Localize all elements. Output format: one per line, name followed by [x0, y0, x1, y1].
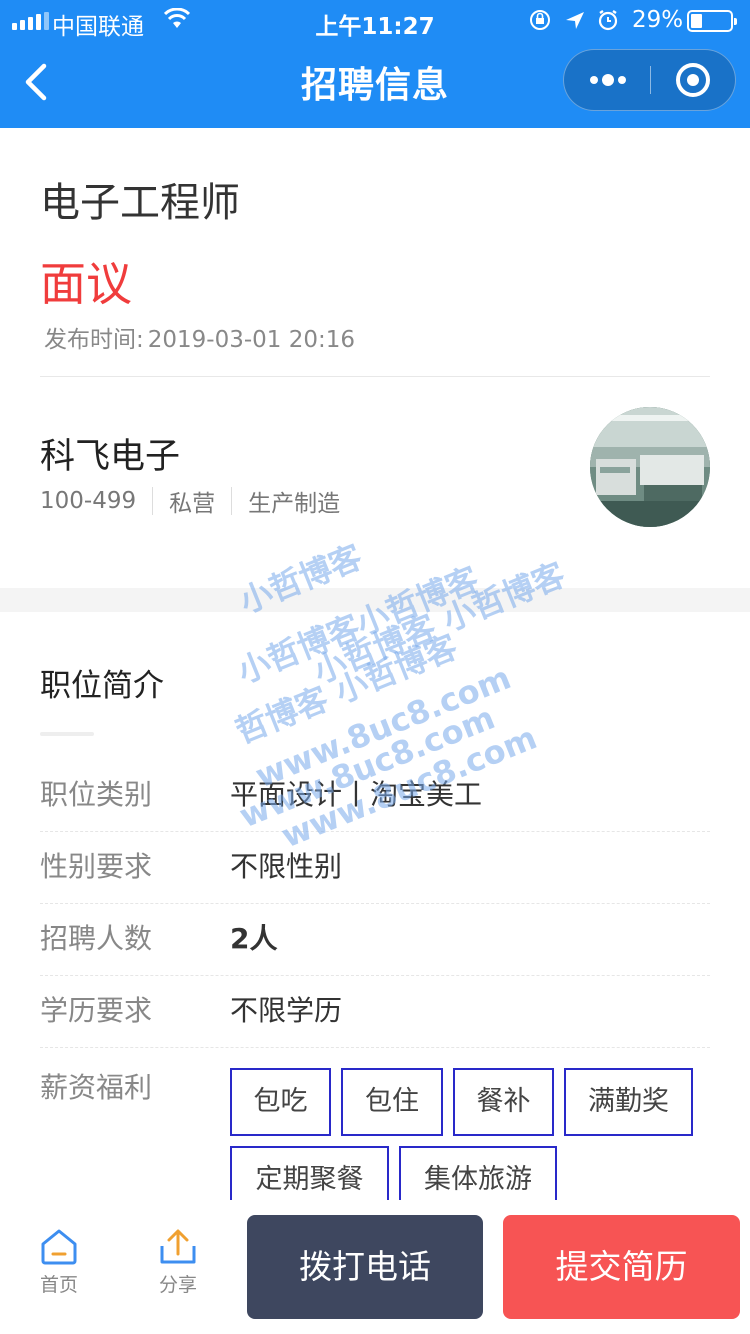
- watermark-text: 小哲博客 小哲博客: [308, 555, 571, 691]
- welfare-tag: 餐补: [453, 1068, 554, 1136]
- row-value: 不限性别: [230, 850, 343, 883]
- row-value: 2人: [230, 922, 278, 955]
- section-gap: [0, 588, 750, 612]
- row-label: 招聘人数: [40, 922, 153, 955]
- row-value: 平面设计丨淘宝美工: [230, 778, 483, 811]
- row-label: 性别要求: [40, 850, 153, 883]
- target-circle-icon[interactable]: [651, 50, 737, 110]
- top-bar: 中国联通 上午11:27 29% 招聘信息: [0, 0, 750, 128]
- share-label: 分享: [158, 1274, 197, 1296]
- bottom-action-bar: 首页 分享 拨打电话 提交简历: [0, 1200, 750, 1334]
- section-title: 职位简介: [40, 668, 164, 704]
- meta-divider: [231, 487, 233, 515]
- info-row-gender: 性别要求 不限性别: [40, 832, 710, 904]
- battery-percent: 29%: [632, 7, 684, 33]
- submit-resume-button[interactable]: 提交简历: [503, 1215, 740, 1319]
- rotation-lock-icon: [530, 10, 550, 30]
- welfare-tag: 满勤奖: [564, 1068, 693, 1136]
- company-size: 100-499: [40, 488, 137, 514]
- info-row-education: 学历要求 不限学历: [40, 976, 710, 1048]
- welfare-tag: 包吃: [230, 1068, 331, 1136]
- info-row-headcount: 招聘人数 2人: [40, 904, 710, 976]
- publish-time: 发布时间: 2019-03-01 20:16: [40, 320, 355, 354]
- row-value: 不限学历: [230, 994, 343, 1027]
- company-meta: 100-499 私营 生产制造: [40, 484, 340, 518]
- watermark: 小哲博客 小哲博客小哲博客 小哲博客 小哲博客 哲博客 小哲博客 www.8uc…: [220, 500, 580, 856]
- row-label: 学历要求: [40, 994, 153, 1027]
- status-bar: 中国联通 上午11:27 29%: [0, 0, 750, 42]
- status-icons: [530, 10, 618, 31]
- battery-icon: [687, 10, 737, 32]
- publish-time-label: 发布时间:: [44, 327, 144, 353]
- home-icon: [41, 1229, 77, 1265]
- watermark-text: 小哲博客小哲博客: [232, 559, 484, 691]
- meta-divider: [152, 487, 154, 515]
- share-icon: [160, 1229, 196, 1264]
- salary: 面议: [40, 257, 132, 311]
- info-row-category: 职位类别 平面设计丨淘宝美工: [40, 760, 710, 832]
- divider: [40, 376, 710, 377]
- welfare-tag: 包住: [341, 1068, 443, 1136]
- alarm-icon: [598, 10, 618, 31]
- share-tab[interactable]: 分享: [138, 1228, 218, 1297]
- home-label: 首页: [39, 1274, 78, 1296]
- company-ownership: 私营: [169, 491, 216, 517]
- welfare-label: 薪资福利: [40, 1071, 153, 1104]
- row-label: 职位类别: [40, 778, 153, 811]
- location-icon: [566, 12, 584, 29]
- publish-time-value: 2019-03-01 20:16: [147, 327, 356, 353]
- more-dots-icon[interactable]: [564, 50, 650, 110]
- job-title: 电子工程师: [40, 180, 240, 226]
- section-underline: [40, 732, 94, 736]
- company-logo[interactable]: [590, 407, 710, 527]
- home-tab[interactable]: 首页: [19, 1228, 99, 1297]
- company-name[interactable]: 科飞电子: [40, 428, 180, 479]
- watermark-text: 哲博客 小哲博客: [230, 627, 463, 751]
- call-button[interactable]: 拨打电话: [247, 1215, 483, 1319]
- company-industry: 生产制造: [248, 491, 341, 517]
- mini-program-capsule: [563, 49, 736, 111]
